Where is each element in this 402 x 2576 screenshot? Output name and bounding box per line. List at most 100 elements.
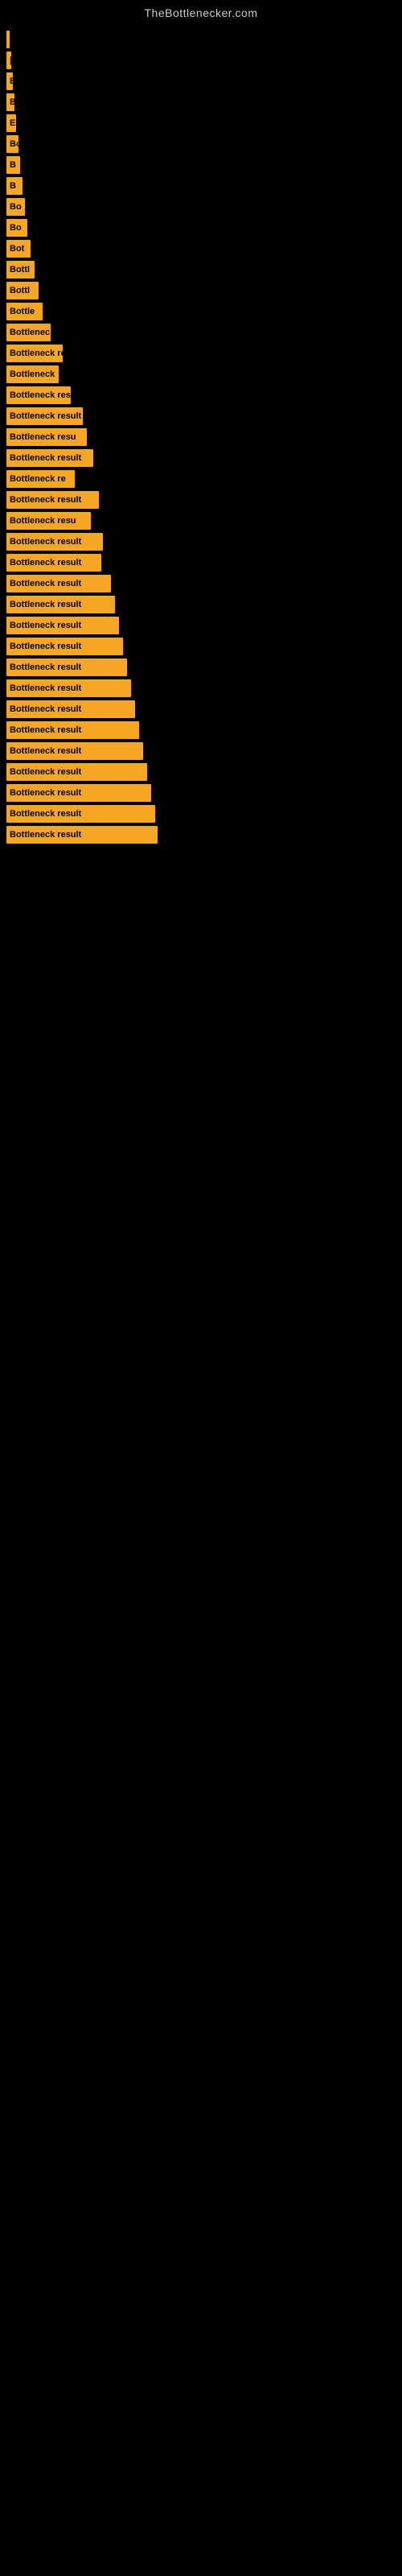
bar-label-3: B <box>10 97 14 107</box>
bar-38: Bottleneck result <box>6 826 158 844</box>
bar-label-34: Bottleneck result <box>10 746 81 756</box>
bar-17: Bottleneck resu <box>6 386 71 404</box>
bar-label-11: Bottl <box>10 265 30 275</box>
bar-28: Bottleneck result <box>6 617 119 634</box>
bar-row: Bottleneck result <box>6 617 402 634</box>
bar-label-17: Bottleneck resu <box>10 390 71 400</box>
bar-12: Bottl <box>6 282 39 299</box>
bar-5: Bo <box>6 135 18 153</box>
bar-row: Bottleneck result <box>6 638 402 655</box>
bar-label-1: | <box>10 56 11 65</box>
bar-29: Bottleneck result <box>6 638 123 655</box>
bar-label-28: Bottleneck result <box>10 621 81 630</box>
bar-row: Bottl <box>6 261 402 279</box>
bar-row: Bottleneck result <box>6 554 402 572</box>
bar-label-16: Bottleneck <box>10 369 55 379</box>
bar-row: Bottleneck result <box>6 679 402 697</box>
bar-18: Bottleneck result <box>6 407 83 425</box>
bar-row: B <box>6 156 402 174</box>
bar-label-26: Bottleneck result <box>10 579 81 588</box>
bar-row: Bottleneck result <box>6 658 402 676</box>
bar-label-29: Bottleneck result <box>10 642 81 651</box>
bar-label-18: Bottleneck result <box>10 411 81 421</box>
bar-label-32: Bottleneck result <box>10 704 81 714</box>
bar-label-5: Bo <box>10 139 18 149</box>
bar-label-12: Bottl <box>10 286 30 295</box>
bar-36: Bottleneck result <box>6 784 151 802</box>
bar-11: Bottl <box>6 261 35 279</box>
bar-row: Bot <box>6 240 402 258</box>
bar-label-38: Bottleneck result <box>10 830 81 840</box>
bar-row: Bottleneck result <box>6 575 402 592</box>
bar-7: B <box>6 177 23 195</box>
bar-35: Bottleneck result <box>6 763 147 781</box>
bar-label-27: Bottleneck result <box>10 600 81 609</box>
bar-33: Bottleneck result <box>6 721 139 739</box>
bar-22: Bottleneck result <box>6 491 99 509</box>
bar-row: Bottleneck result <box>6 742 402 760</box>
bar-row: Bottleneck re <box>6 470 402 488</box>
bar-label-36: Bottleneck result <box>10 788 81 798</box>
bar-row: B <box>6 177 402 195</box>
bar-row: Bottleneck result <box>6 533 402 551</box>
bar-label-8: Bo <box>10 202 22 212</box>
bar-row: Bottleneck result <box>6 763 402 781</box>
bar-27: Bottleneck result <box>6 596 115 613</box>
bar-row: Bottleneck result <box>6 784 402 802</box>
bar-20: Bottleneck result <box>6 449 93 467</box>
bar-row: E <box>6 72 402 90</box>
bar-30: Bottleneck result <box>6 658 127 676</box>
bar-14: Bottlenec <box>6 324 51 341</box>
bar-15: Bottleneck res <box>6 345 63 362</box>
site-title: TheBottlenecker.com <box>0 0 402 23</box>
bar-25: Bottleneck result <box>6 554 101 572</box>
bar-label-7: B <box>10 181 16 191</box>
bar-row: Bottleneck res <box>6 345 402 362</box>
bar-row: E <box>6 114 402 132</box>
bar-label-31: Bottleneck result <box>10 683 81 693</box>
bar-label-19: Bottleneck resu <box>10 432 76 442</box>
bar-label-13: Bottle <box>10 307 35 316</box>
bar-label-6: B <box>10 160 16 170</box>
bar-3: B <box>6 93 14 111</box>
bar-row: Bottleneck resu <box>6 386 402 404</box>
bar-16: Bottleneck <box>6 365 59 383</box>
bar-row: Bottleneck result <box>6 700 402 718</box>
bar-row: Bottleneck result <box>6 805 402 823</box>
bar-10: Bot <box>6 240 31 258</box>
bar-label-24: Bottleneck result <box>10 537 81 547</box>
bar-label-9: Bo <box>10 223 22 233</box>
bar-row: Bottleneck resu <box>6 512 402 530</box>
bar-34: Bottleneck result <box>6 742 143 760</box>
bar-label-4: E <box>10 118 15 128</box>
bar-37: Bottleneck result <box>6 805 155 823</box>
bar-label-35: Bottleneck result <box>10 767 81 777</box>
bar-19: Bottleneck resu <box>6 428 87 446</box>
bar-32: Bottleneck result <box>6 700 135 718</box>
bar-row: | <box>6 31 402 48</box>
bar-label-22: Bottleneck result <box>10 495 81 505</box>
bar-row: | <box>6 52 402 69</box>
bar-label-10: Bot <box>10 244 24 254</box>
bar-label-23: Bottleneck resu <box>10 516 76 526</box>
bar-21: Bottleneck re <box>6 470 75 488</box>
bar-label-14: Bottlenec <box>10 328 50 337</box>
bar-row: Bottleneck result <box>6 491 402 509</box>
bar-4: E <box>6 114 16 132</box>
bar-26: Bottleneck result <box>6 575 111 592</box>
bar-24: Bottleneck result <box>6 533 103 551</box>
bar-row: Bottleneck resu <box>6 428 402 446</box>
bar-row: Bottleneck result <box>6 721 402 739</box>
bar-row: Bo <box>6 219 402 237</box>
bar-row: Bo <box>6 198 402 216</box>
bar-9: Bo <box>6 219 27 237</box>
bar-label-37: Bottleneck result <box>10 809 81 819</box>
bar-23: Bottleneck resu <box>6 512 91 530</box>
bar-8: Bo <box>6 198 25 216</box>
bar-label-20: Bottleneck result <box>10 453 81 463</box>
bar-0: | <box>6 31 10 48</box>
bar-label-25: Bottleneck result <box>10 558 81 568</box>
bar-label-15: Bottleneck res <box>10 349 63 358</box>
bar-2: E <box>6 72 13 90</box>
bar-1: | <box>6 52 11 69</box>
